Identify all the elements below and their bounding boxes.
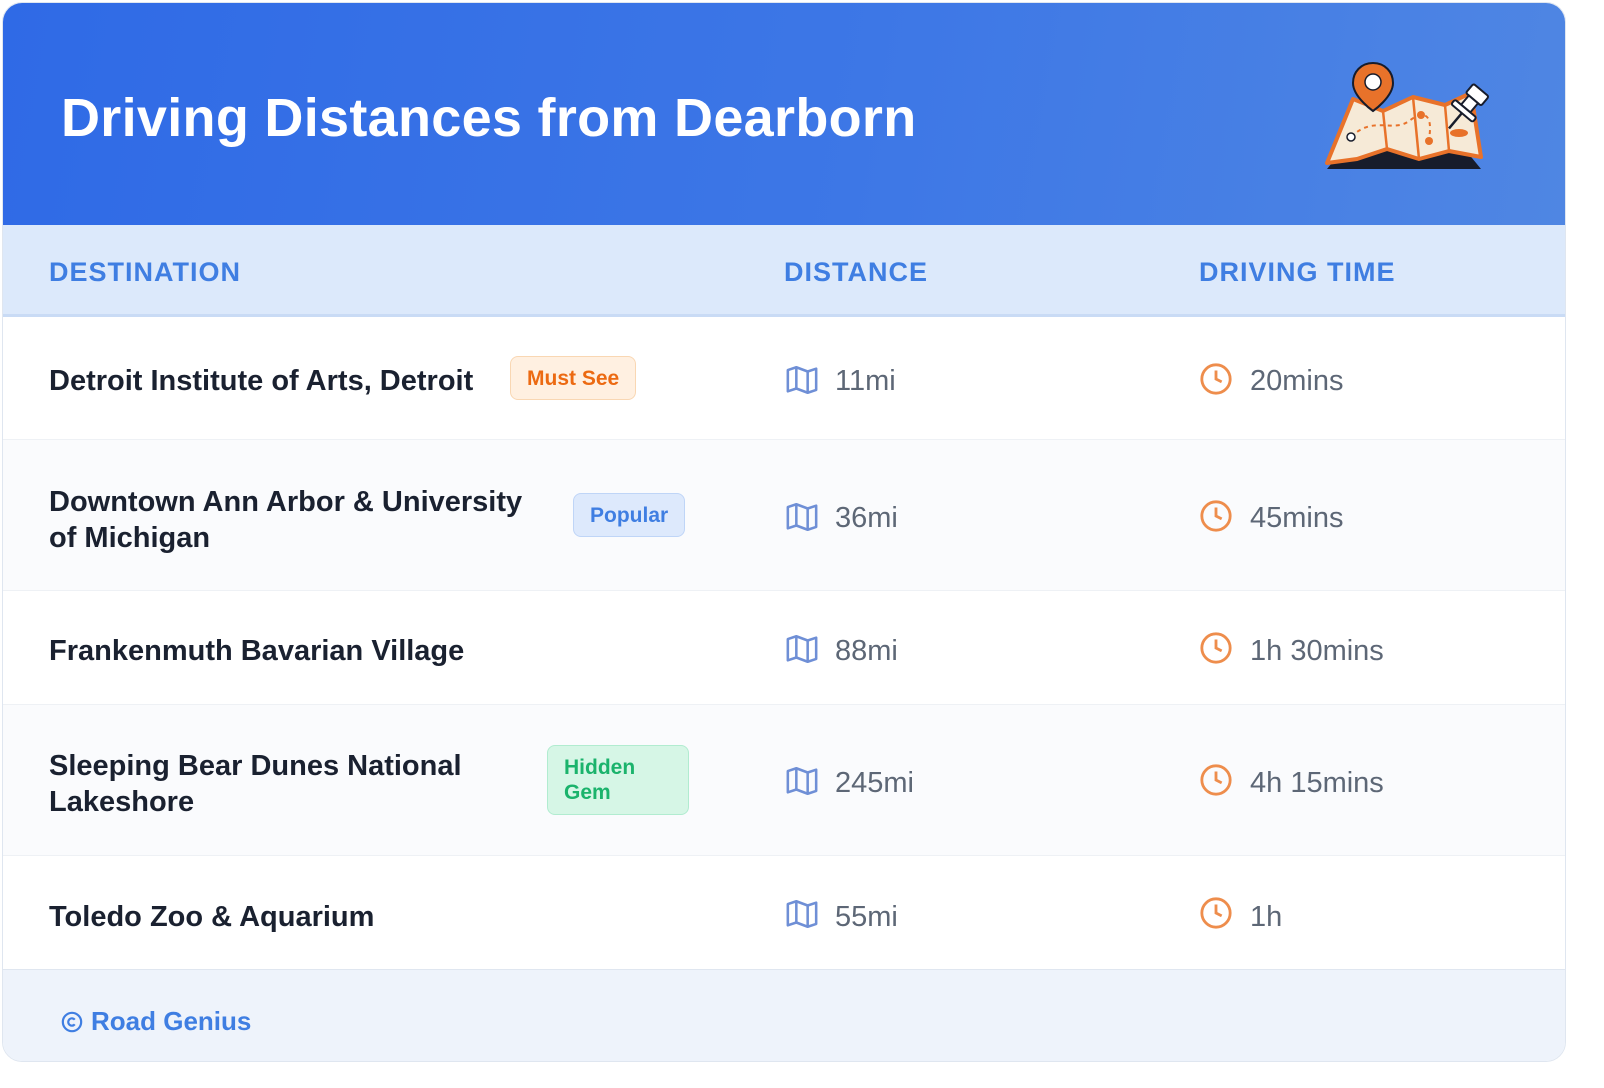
page-title: Driving Distances from Dearborn xyxy=(61,88,917,148)
table-row: Sleeping Bear Dunes National Lakeshore H… xyxy=(3,705,1565,856)
clock-icon xyxy=(1200,500,1232,532)
map-icon xyxy=(786,365,818,395)
copyright-icon xyxy=(61,1011,83,1033)
badge-must-see: Must See xyxy=(510,356,637,400)
clock-icon xyxy=(1200,632,1232,664)
map-icon xyxy=(786,766,818,796)
destination-name: Detroit Institute of Arts, Detroit xyxy=(49,365,474,397)
map-icon xyxy=(786,634,818,664)
distance-value: 245mi xyxy=(835,767,914,799)
distance-value: 11mi xyxy=(835,365,896,397)
column-header-row: DESTINATION DISTANCE DRIVING TIME xyxy=(3,225,1565,317)
column-header-destination[interactable]: DESTINATION xyxy=(49,257,241,288)
time-value: 45mins xyxy=(1250,502,1344,534)
distance-table-card: Driving Distances from Dearborn DESTINAT… xyxy=(2,2,1566,1062)
clock-icon xyxy=(1200,363,1232,395)
distance-value: 88mi xyxy=(835,635,898,667)
footer: Road Genius xyxy=(3,969,1565,1061)
map-illustration-icon xyxy=(1325,61,1489,169)
badge-hidden-gem: Hidden Gem xyxy=(547,745,689,815)
clock-icon xyxy=(1200,897,1232,929)
map-icon xyxy=(786,899,818,929)
table-row: Downtown Ann Arbor & University of Michi… xyxy=(3,440,1565,591)
time-value: 1h 30mins xyxy=(1250,635,1384,667)
distance-value: 55mi xyxy=(835,901,898,933)
time-value: 20mins xyxy=(1250,365,1344,397)
destination-name: Frankenmuth Bavarian Village xyxy=(49,635,465,667)
badge-popular: Popular xyxy=(573,493,686,537)
destination-name: Toledo Zoo & Aquarium xyxy=(49,901,375,933)
destination-name: Downtown Ann Arbor & University of Michi… xyxy=(49,486,523,554)
footer-brand-link[interactable]: Road Genius xyxy=(91,1006,251,1037)
map-icon xyxy=(786,502,818,532)
table-row: Detroit Institute of Arts, Detroit Must … xyxy=(3,318,1565,440)
header-banner: Driving Distances from Dearborn xyxy=(3,3,1565,225)
column-header-driving-time[interactable]: DRIVING TIME xyxy=(1199,257,1396,288)
column-header-distance[interactable]: DISTANCE xyxy=(784,257,928,288)
table-row: Frankenmuth Bavarian Village 88mi 1h 30m… xyxy=(3,591,1565,705)
clock-icon xyxy=(1200,764,1232,796)
time-value: 4h 15mins xyxy=(1250,767,1384,799)
distance-value: 36mi xyxy=(835,502,898,534)
destination-name: Sleeping Bear Dunes National Lakeshore xyxy=(49,750,462,818)
table-row: Toledo Zoo & Aquarium 55mi 1h xyxy=(3,856,1565,969)
time-value: 1h xyxy=(1250,901,1283,933)
